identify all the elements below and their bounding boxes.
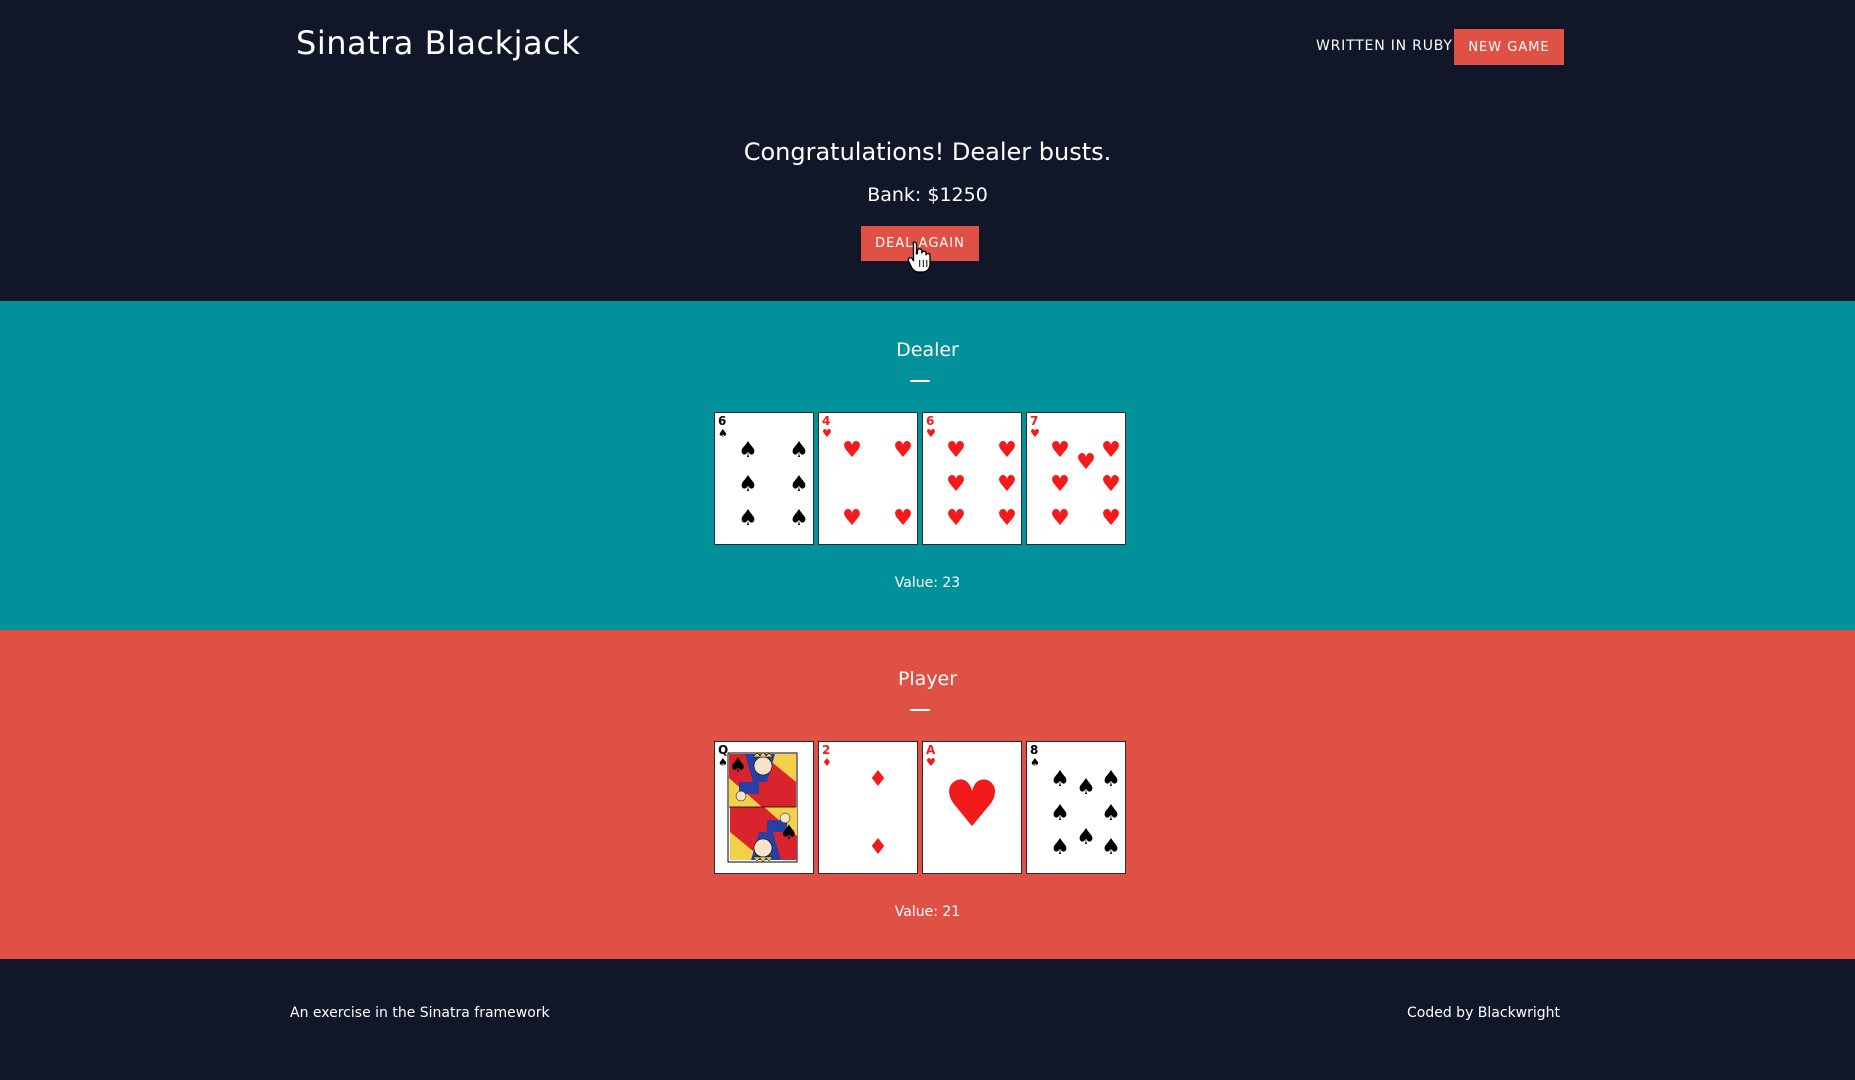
spade-icon: ♠	[1076, 825, 1096, 850]
footer-credit: Coded by Blackwright	[1407, 1005, 1561, 1021]
spade-icon: ♠	[780, 820, 798, 844]
player-card: Q ♠ ♠ ♠	[714, 741, 814, 874]
spade-icon: ♠	[789, 472, 809, 497]
spade-icon: ♠	[1030, 756, 1040, 769]
dealer-card: 6 ♠ ♠ ♠ ♠ ♠ ♠ ♠	[714, 412, 814, 545]
player-section: Player Q ♠ ♠ ♠ 2 ♦ ♦ ♦ A ♥ ♥ 8 ♠ ♠ ♠ ♠ ♠ ♠ ♠ ♠ ♠ Value: 21	[0, 630, 1855, 959]
new-game-button[interactable]: NEW GAME	[1454, 29, 1564, 65]
dealer-card: 4 ♥ ♥ ♥ ♥ ♥	[818, 412, 918, 545]
dealer-title: Dealer	[896, 339, 959, 361]
heart-icon: ♥	[1050, 472, 1070, 497]
heart-icon: ♥	[822, 427, 832, 440]
heart-icon: ♥	[842, 506, 862, 531]
footer: An exercise in the Sinatra framework Cod…	[0, 959, 1855, 1080]
spade-icon: ♠	[1076, 775, 1096, 800]
heart-icon: ♥	[946, 472, 966, 497]
dealer-hand: 6 ♠ ♠ ♠ ♠ ♠ ♠ ♠ 4 ♥ ♥ ♥ ♥ ♥ 6 ♥ ♥ ♥ ♥ ♥ ♥ ♥ 7 ♥ ♥ ♥ ♥ ♥ ♥ ♥ ♥	[714, 412, 1128, 545]
dealer-card: 7 ♥ ♥ ♥ ♥ ♥ ♥ ♥ ♥	[1026, 412, 1126, 545]
player-card: A ♥ ♥	[922, 741, 1022, 874]
heart-icon: ♥	[893, 506, 913, 531]
spade-icon: ♠	[1101, 767, 1121, 792]
heart-icon: ♥	[1101, 506, 1121, 531]
diamond-icon: ♦	[868, 767, 888, 792]
spade-icon: ♠	[729, 753, 747, 777]
heart-icon: ♥	[1050, 438, 1070, 463]
heart-icon: ♥	[1076, 450, 1096, 475]
player-value: Value: 21	[894, 904, 961, 920]
heart-icon: ♥	[926, 427, 936, 440]
diamond-icon: ♦	[822, 756, 832, 769]
dealer-value: Value: 23	[894, 575, 961, 591]
diamond-icon: ♦	[868, 835, 888, 860]
header: Sinatra Blackjack WRITTEN IN RUBY NEW GA…	[0, 0, 1855, 300]
player-card: 8 ♠ ♠ ♠ ♠ ♠ ♠ ♠ ♠ ♠	[1026, 741, 1126, 874]
result-message: Congratulations! Dealer busts.	[743, 138, 1112, 166]
heart-icon: ♥	[893, 438, 913, 463]
spade-icon: ♠	[1050, 801, 1070, 826]
heart-icon: ♥	[943, 768, 1001, 842]
player-card: 2 ♦ ♦ ♦	[818, 741, 918, 874]
heart-icon: ♥	[842, 438, 862, 463]
hand-pointer-icon	[907, 241, 931, 273]
heart-icon: ♥	[997, 506, 1017, 531]
spade-icon: ♠	[789, 438, 809, 463]
spade-icon: ♠	[738, 472, 758, 497]
spade-icon: ♠	[1101, 835, 1121, 860]
bank-balance: Bank: $1250	[867, 184, 988, 206]
heart-icon: ♥	[1101, 472, 1121, 497]
dealer-divider	[910, 380, 930, 382]
player-title: Player	[897, 668, 958, 690]
spade-icon: ♠	[789, 506, 809, 531]
spade-icon: ♠	[738, 438, 758, 463]
dealer-card: 6 ♥ ♥ ♥ ♥ ♥ ♥ ♥	[922, 412, 1022, 545]
heart-icon: ♥	[1030, 427, 1040, 440]
written-in-ruby-link[interactable]: WRITTEN IN RUBY	[1316, 38, 1453, 54]
heart-icon: ♥	[946, 438, 966, 463]
brand-title[interactable]: Sinatra Blackjack	[296, 24, 580, 62]
spade-icon: ♠	[718, 427, 728, 440]
heart-icon: ♥	[997, 438, 1017, 463]
spade-icon: ♠	[738, 506, 758, 531]
heart-icon: ♥	[997, 472, 1017, 497]
heart-icon: ♥	[946, 506, 966, 531]
heart-icon: ♥	[1101, 438, 1121, 463]
footer-tagline: An exercise in the Sinatra framework	[290, 1005, 550, 1021]
heart-icon: ♥	[926, 756, 936, 769]
spade-icon: ♠	[1050, 835, 1070, 860]
player-divider	[910, 709, 930, 711]
spade-icon: ♠	[1101, 801, 1121, 826]
dealer-section: Dealer 6 ♠ ♠ ♠ ♠ ♠ ♠ ♠ 4 ♥ ♥ ♥ ♥ ♥ 6 ♥ ♥ ♥ ♥ ♥ ♥ ♥ 7 ♥ ♥ ♥ ♥ ♥ ♥ ♥ ♥ V…	[0, 301, 1855, 630]
heart-icon: ♥	[1050, 506, 1070, 531]
spade-icon: ♠	[1050, 767, 1070, 792]
player-hand: Q ♠ ♠ ♠ 2 ♦ ♦ ♦ A ♥ ♥ 8 ♠ ♠ ♠ ♠ ♠ ♠ ♠ ♠ ♠	[714, 741, 1128, 874]
